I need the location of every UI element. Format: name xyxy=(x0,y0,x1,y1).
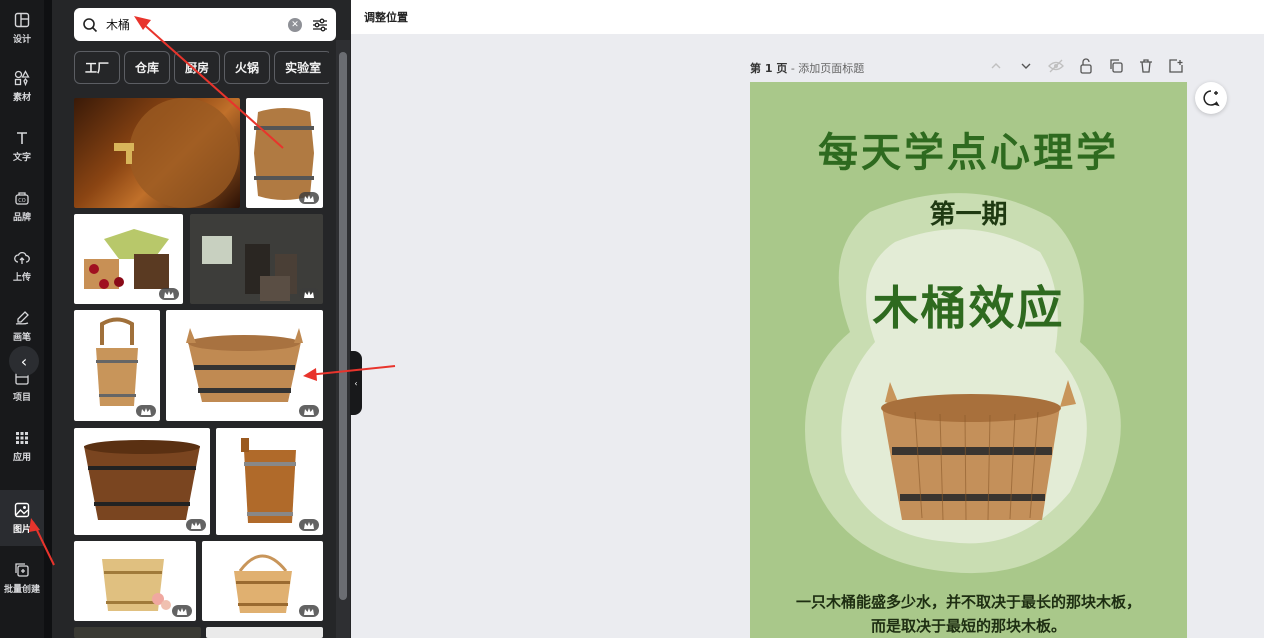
upload-icon xyxy=(13,249,31,267)
photo-result[interactable] xyxy=(190,214,323,304)
rail-item-photos[interactable]: 图片 xyxy=(0,490,44,546)
category-chips: 工厂 仓库 厨房 火锅 实验室 xyxy=(74,51,329,84)
editor-topbar: 调整位置 xyxy=(351,0,1264,34)
premium-crown-icon xyxy=(172,605,192,617)
premium-crown-icon xyxy=(136,405,156,417)
editor-app: 设计 素材 文字 CO 品牌 上传 画笔 项目 应用 图片 批量创建 ‹ 木桶 … xyxy=(0,0,1264,638)
elements-icon xyxy=(13,69,31,87)
photo-result[interactable] xyxy=(216,428,323,535)
add-page-icon[interactable] xyxy=(1168,58,1184,74)
rail-label: 图片 xyxy=(12,525,31,535)
search-icon xyxy=(74,17,106,33)
rail-item-apps[interactable]: 应用 xyxy=(0,418,44,474)
draw-icon xyxy=(13,309,31,327)
page-header: 第 1 页 - 添加页面标题 xyxy=(750,58,1190,76)
chip-warehouse[interactable]: 仓库 xyxy=(124,51,171,84)
photo-result[interactable] xyxy=(74,428,210,535)
rail-item-upload[interactable]: 上传 xyxy=(0,238,44,294)
design-page[interactable]: 每天学点心理学 第一期 木桶效应 一只木桶能盛多少水，并不取决于最长的那块木板，… xyxy=(750,82,1187,638)
rail-label: 文字 xyxy=(12,153,31,163)
chip-factory[interactable]: 工厂 xyxy=(74,51,121,84)
premium-crown-icon xyxy=(299,605,319,617)
hide-icon[interactable] xyxy=(1048,58,1064,74)
chip-kitchen[interactable]: 厨房 xyxy=(174,51,221,84)
layout-icon xyxy=(13,11,31,29)
bucket-image[interactable] xyxy=(750,82,1187,638)
text-icon xyxy=(13,129,31,147)
rail-item-text[interactable]: 文字 xyxy=(0,118,44,174)
left-rail: 设计 素材 文字 CO 品牌 上传 画笔 项目 应用 图片 批量创建 xyxy=(0,0,44,638)
ai-assistant-button[interactable] xyxy=(1195,82,1227,114)
unlock-icon[interactable] xyxy=(1078,58,1094,74)
rail-label: 画笔 xyxy=(12,333,31,343)
premium-crown-icon xyxy=(299,519,319,531)
svg-text:CO: CO xyxy=(18,198,25,204)
apps-icon xyxy=(13,429,31,447)
photo-result[interactable] xyxy=(74,310,160,421)
premium-crown-icon xyxy=(186,519,206,531)
rail-item-design[interactable]: 设计 xyxy=(0,0,44,56)
bulk-create-icon xyxy=(13,561,31,579)
premium-crown-icon xyxy=(299,405,319,417)
chevron-left-icon: ‹ xyxy=(20,351,28,371)
poster-body-text[interactable]: 一只木桶能盛多少水，并不取决于最长的那块木板，而是取决于最短的那块木板。 xyxy=(790,590,1147,638)
position-panel-title: 调整位置 xyxy=(364,11,408,24)
premium-crown-icon xyxy=(159,288,179,300)
photo-result[interactable] xyxy=(202,541,323,621)
duplicate-page-icon[interactable] xyxy=(1108,58,1124,74)
premium-crown-icon xyxy=(299,192,319,204)
chip-hotpot[interactable]: 火锅 xyxy=(224,51,271,84)
chip-lab[interactable]: 实验室 xyxy=(274,51,329,84)
trash-icon[interactable] xyxy=(1138,58,1154,74)
photo-result[interactable] xyxy=(74,98,240,208)
photo-result[interactable] xyxy=(74,214,183,304)
photo-result[interactable] xyxy=(74,541,196,621)
rail-label: 上传 xyxy=(12,273,31,283)
chevron-left-icon: ‹ xyxy=(354,378,358,388)
filter-icon[interactable] xyxy=(312,17,328,33)
rail-label: 素材 xyxy=(12,93,31,103)
page-title-input[interactable]: 添加页面标题 xyxy=(798,62,864,75)
clear-search-icon[interactable]: ✕ xyxy=(288,17,302,32)
chevron-up-icon[interactable] xyxy=(988,58,1004,74)
photo-result[interactable] xyxy=(166,310,323,421)
photo-result[interactable] xyxy=(246,98,323,208)
image-icon xyxy=(13,501,31,519)
comment-sparkle-icon xyxy=(1203,90,1220,107)
search-input[interactable] xyxy=(106,17,288,32)
rail-label: 设计 xyxy=(12,35,31,45)
page-number: 第 1 页 - 添加页面标题 xyxy=(750,60,864,76)
photo-result[interactable] xyxy=(206,627,323,638)
premium-crown-icon xyxy=(299,288,319,300)
rail-divider xyxy=(44,0,52,638)
panel-scrollbar[interactable] xyxy=(339,52,347,600)
page-number-label: 第 1 页 xyxy=(750,62,788,75)
photos-panel: ✕ 工厂仓库厨房火锅实验室 xyxy=(52,0,351,638)
rail-item-brand[interactable]: CO 品牌 xyxy=(0,178,44,234)
brand-icon: CO xyxy=(13,189,31,207)
rail-label: 应用 xyxy=(12,453,31,463)
rail-item-elements[interactable]: 素材 xyxy=(0,58,44,114)
search-bar: ✕ xyxy=(74,8,336,41)
rail-label: 批量创建 xyxy=(3,585,40,595)
rail-label: 品牌 xyxy=(12,213,31,223)
collapse-panel-button[interactable]: ‹ xyxy=(9,346,39,376)
panel-resize-handle[interactable]: ‹ xyxy=(350,351,362,415)
page-separator: - xyxy=(787,62,799,75)
rail-label: 项目 xyxy=(12,393,31,403)
photo-result[interactable] xyxy=(74,627,201,638)
chevron-down-icon[interactable] xyxy=(1018,58,1034,74)
rail-item-bulk-create[interactable]: 批量创建 xyxy=(0,550,44,606)
